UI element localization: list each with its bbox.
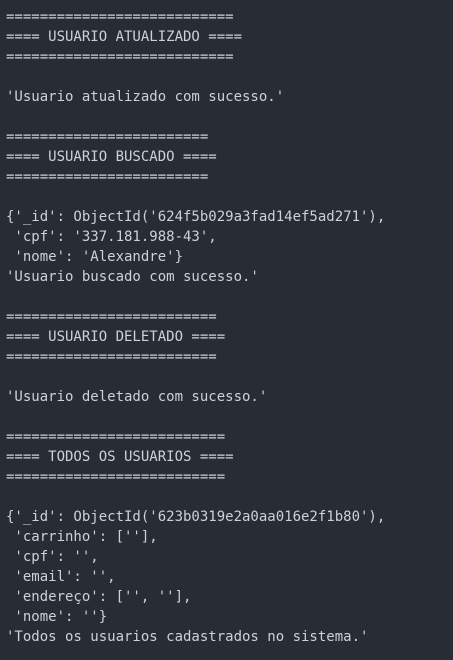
output-line: {'_id': ObjectId('624f5b029a3fad14ef5ad2… xyxy=(6,209,386,225)
output-line: ========================== xyxy=(6,469,226,485)
output-line: 'Usuario atualizado com sucesso.' xyxy=(6,89,285,105)
output-line: 'nome': ''} xyxy=(6,609,108,625)
output-line: 'Todos os usuarios cadastrados no sistem… xyxy=(6,629,369,645)
output-line: ========================= xyxy=(6,349,217,365)
output-line: =========================== xyxy=(6,9,234,25)
output-line: ======================== xyxy=(6,129,209,145)
output-line: 'endereço': ['', ''], xyxy=(6,589,192,605)
output-line: ==== USUARIO DELETADO ==== xyxy=(6,329,226,345)
output-line: ========================== xyxy=(6,429,226,445)
output-line: ==== USUARIO BUSCADO ==== xyxy=(6,149,217,165)
output-line: ==== USUARIO ATUALIZADO ==== xyxy=(6,29,243,45)
output-line: 'email': '', xyxy=(6,569,116,585)
output-line: =========================== xyxy=(6,49,234,65)
output-line: 'Usuario buscado com sucesso.' xyxy=(6,269,259,285)
output-line: ==== TODOS OS USUARIOS ==== xyxy=(6,449,234,465)
output-line: 'cpf': '337.181.988-43', xyxy=(6,229,217,245)
output-line: 'carrinho': [''], xyxy=(6,529,158,545)
terminal-output[interactable]: =========================== ==== USUARIO… xyxy=(0,0,453,660)
output-line: ========================= xyxy=(6,309,217,325)
output-line: 'Usuario deletado com sucesso.' xyxy=(6,389,268,405)
output-line: {'_id': ObjectId('623b0319e2a0aa016e2f1b… xyxy=(6,509,386,525)
output-line: ======================== xyxy=(6,169,209,185)
output-line: 'cpf': '', xyxy=(6,549,99,565)
output-line: 'nome': 'Alexandre'} xyxy=(6,249,184,265)
